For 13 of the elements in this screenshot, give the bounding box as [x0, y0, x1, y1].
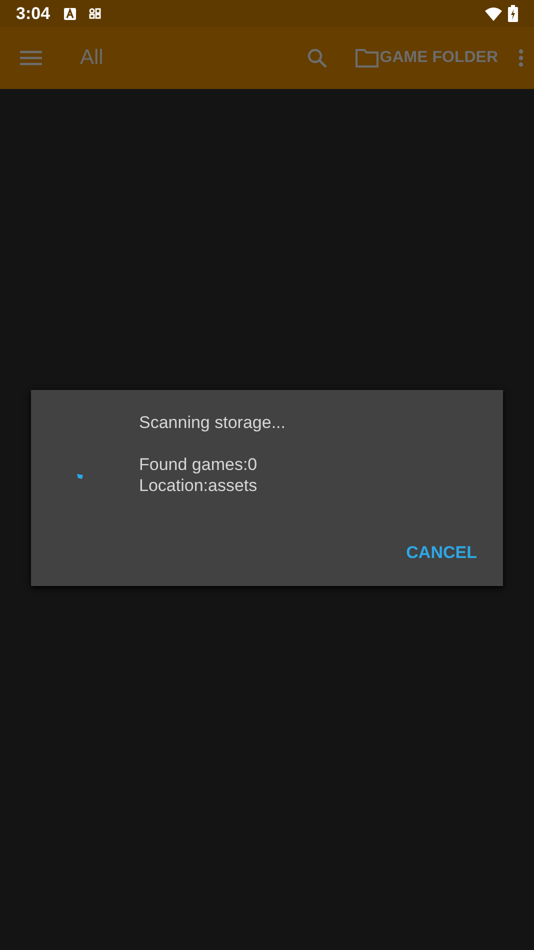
- cancel-button[interactable]: CANCEL: [406, 543, 477, 563]
- toolbar-title: All: [80, 46, 104, 70]
- folder-icon: [354, 48, 379, 68]
- text-a-icon: [64, 8, 76, 20]
- dialog-message: Scanning storage... Found games:0 Location:assets: [139, 412, 286, 496]
- loading-spinner-icon: [77, 474, 83, 479]
- status-time: 3:04: [16, 4, 50, 24]
- battery-charging-icon: [508, 5, 518, 22]
- menu-icon[interactable]: [19, 49, 43, 67]
- search-icon[interactable]: [306, 48, 327, 68]
- wifi-icon: [485, 6, 502, 20]
- grid-icon: [89, 8, 102, 19]
- more-options-icon[interactable]: [518, 49, 524, 67]
